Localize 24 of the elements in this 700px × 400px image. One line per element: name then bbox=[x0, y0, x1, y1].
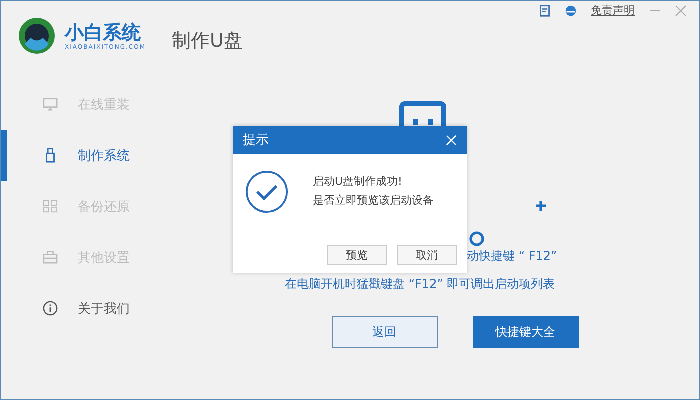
action-button[interactable]: 快捷键大全 bbox=[472, 316, 578, 348]
hint-text: 在电脑开机时猛戳键盘 “F12” 即可调出启动项列表 bbox=[285, 276, 556, 293]
app-name: 小白系统 bbox=[65, 22, 142, 44]
dialog-button[interactable]: 取消 bbox=[397, 245, 457, 265]
circle-icon bbox=[469, 231, 485, 247]
sidebar-item[interactable]: 制作系统 bbox=[1, 130, 211, 181]
hint-text: 动快捷键 “ F12” bbox=[467, 248, 558, 265]
logo-icon bbox=[17, 16, 57, 56]
check-circle-icon bbox=[245, 170, 289, 214]
briefcase-icon bbox=[43, 250, 58, 265]
sidebar-item[interactable]: 关于我们 bbox=[1, 283, 211, 334]
monitor-icon bbox=[43, 97, 58, 112]
dialog-message: 是否立即预览该启动设备 bbox=[313, 193, 434, 208]
dialog-title: 提示 bbox=[243, 132, 269, 149]
grid-icon bbox=[43, 199, 58, 214]
document-icon[interactable] bbox=[539, 4, 551, 16]
page-title: 制作U盘 bbox=[172, 29, 243, 54]
dialog-message: 启动U盘制作成功! bbox=[313, 174, 404, 189]
dialog-button[interactable]: 预览 bbox=[327, 245, 387, 265]
plus-icon bbox=[535, 200, 547, 212]
usb-icon bbox=[43, 148, 58, 163]
action-button[interactable]: 返回 bbox=[332, 316, 438, 348]
disclaimer-link[interactable]: 免责声明 bbox=[591, 3, 635, 18]
info-icon bbox=[43, 301, 58, 316]
